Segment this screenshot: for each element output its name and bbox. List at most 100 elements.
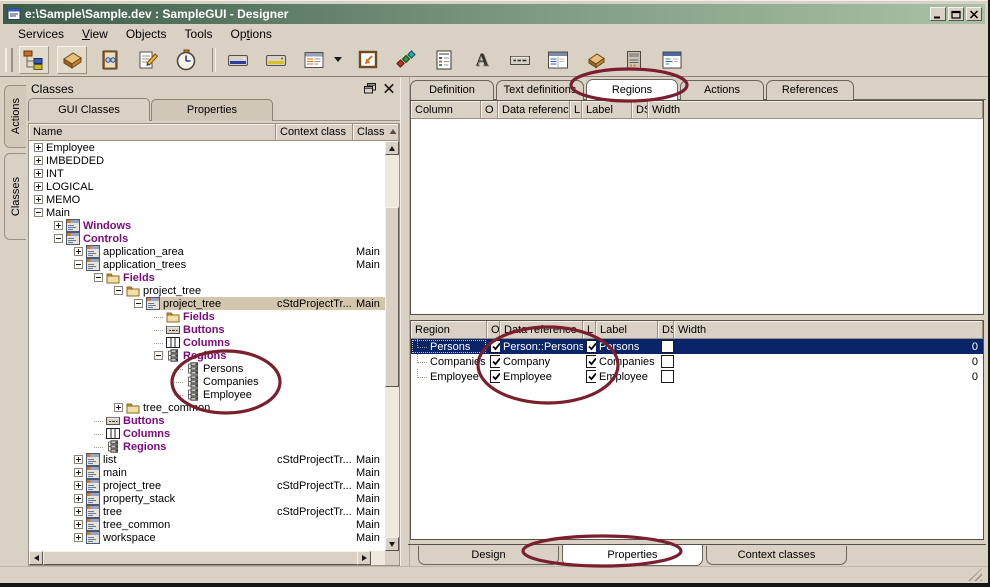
tree-row-regions[interactable]: Regions [29,440,385,453]
scroll-left-button[interactable] [29,551,43,565]
tree-row-int[interactable]: INT [29,167,385,180]
tab-properties[interactable]: Properties [562,545,703,566]
tree-row-main[interactable]: Main [29,206,385,219]
data-reference-cell[interactable]: Company [500,354,583,369]
tree-expander-plus[interactable] [34,156,43,165]
tree-row-application-trees[interactable]: application_treesMain [29,258,385,271]
dropdown-arrow[interactable] [331,46,345,74]
toolbar-drive-blue-icon[interactable] [223,46,253,74]
regions-table-row-companies[interactable]: Companies Company Companies 0 [411,354,983,369]
tree-row-project-tree[interactable]: project_treecStdProjectTr...Main [29,479,385,492]
tree-row-regions[interactable]: Regions [29,349,385,362]
tree-expander-plus[interactable] [74,520,83,529]
width-cell[interactable]: 0 [674,354,983,369]
tree-row-controls[interactable]: Controls [29,232,385,245]
tree-expander-plus[interactable] [74,481,83,490]
tree-vertical-scrollbar[interactable] [385,141,399,551]
column-header-data-reference[interactable]: Data reference [500,321,583,339]
tree-row-companies[interactable]: Companies [29,375,385,388]
tree-expander-plus[interactable] [74,247,83,256]
label-cell[interactable]: Companies [596,354,658,369]
region-cell[interactable]: Companies [411,354,487,369]
column-header-region[interactable]: Region [411,321,487,339]
tree-expander-plus[interactable] [34,169,43,178]
label-flag-checkbox-checked[interactable] [586,355,596,368]
column-header-l[interactable]: L [583,321,596,339]
menu-tools[interactable]: Tools [176,26,222,42]
close-panel-button[interactable] [383,83,396,95]
region-cell[interactable]: Employee [411,369,487,384]
side-tab-actions[interactable]: Actions [4,85,26,148]
scroll-right-button[interactable] [357,551,371,565]
tree-row-logical[interactable]: LOGICAL [29,180,385,193]
toolbar-eraser-small-icon[interactable] [581,46,611,74]
ds-cell[interactable] [658,369,674,384]
data-reference-cell[interactable]: Employee [500,369,583,384]
output-checkbox-checked[interactable] [490,370,500,383]
tree-expander-minus[interactable] [74,260,83,269]
tree-row-main[interactable]: mainMain [29,466,385,479]
toolbar-report-icon[interactable] [429,46,459,74]
data-reference-cell[interactable]: Person::Persons [500,339,583,354]
tree-expander-plus[interactable] [74,468,83,477]
minimize-button[interactable] [930,7,946,21]
tree-horizontal-scrollbar[interactable] [29,551,385,565]
column-header-o[interactable]: O [481,101,498,119]
tab-actions[interactable]: Actions [680,80,764,100]
tree-row-employee[interactable]: Employee [29,388,385,401]
toolbar-window-list-icon[interactable] [657,46,687,74]
tree-row-fields[interactable]: Fields [29,271,385,284]
toolbar-form-window-icon[interactable] [299,46,329,74]
ds-checkbox-unchecked[interactable] [661,370,674,383]
tree-expander-plus[interactable] [54,221,63,230]
column-header-label[interactable]: Label [596,321,658,339]
resize-grip[interactable] [968,568,982,581]
horizontal-scroll-thumb[interactable] [43,551,359,565]
ds-checkbox-unchecked[interactable] [661,355,674,368]
toolbar-eraser-icon[interactable] [57,46,87,74]
column-header-name[interactable]: Name [29,124,276,141]
width-cell[interactable]: 0 [674,339,983,354]
toolbar-font-icon[interactable]: AA [467,46,497,74]
column-header-data-reference[interactable]: Data reference [498,101,570,119]
label-cell[interactable]: Employee [596,369,658,384]
column-header-ds[interactable]: DS [632,101,648,119]
label-flag-cell[interactable] [583,369,596,384]
column-header-label[interactable]: Label [582,101,632,119]
toolbar-stopwatch-icon[interactable] [171,46,201,74]
tree-row-property-stack[interactable]: property_stackMain [29,492,385,505]
tree-row-employee[interactable]: Employee [29,141,385,154]
column-header-class[interactable]: Class [353,124,399,141]
column-header-l[interactable]: L [570,101,582,119]
label-flag-checkbox-checked[interactable] [586,370,596,383]
column-header-width[interactable]: Width [648,101,983,119]
ds-checkbox-unchecked[interactable] [661,340,674,353]
tree-expander-minus[interactable] [134,299,143,308]
tab-references[interactable]: References [766,80,854,100]
toolbar-image-export-icon[interactable] [353,46,383,74]
toolbar-server-icon[interactable] [619,46,649,74]
column-header-width[interactable]: Width [674,321,983,339]
width-cell[interactable]: 0 [674,369,983,384]
column-header-context-class[interactable]: Context class [276,124,353,141]
tree-row-memo[interactable]: MEMO [29,193,385,206]
tree-expander-minus[interactable] [154,351,163,360]
tree-expander-minus[interactable] [94,273,103,282]
column-header-column[interactable]: Column [411,101,481,119]
tab-properties[interactable]: Properties [151,99,273,121]
tree-expander-plus[interactable] [74,507,83,516]
maximize-button[interactable] [948,7,964,21]
toolbar-window-grid-icon[interactable] [543,46,573,74]
label-flag-cell[interactable] [583,354,596,369]
tree-expander-minus[interactable] [114,286,123,295]
tree-row-project-tree[interactable]: project_treecStdProjectTr...Main [29,297,385,310]
toolbar-edit-document-icon[interactable] [133,46,163,74]
toolbar-link-ribbon-icon[interactable] [391,46,421,74]
output-cell[interactable] [487,369,500,384]
output-cell[interactable] [487,354,500,369]
close-button[interactable] [966,7,982,21]
column-header-o[interactable]: O [487,321,500,339]
tab-definition[interactable]: Definition [410,80,494,100]
regions-table-row-employee[interactable]: Employee Employee Employee 0 [411,369,983,384]
tab-text-definitions[interactable]: Text definitions [496,80,584,100]
